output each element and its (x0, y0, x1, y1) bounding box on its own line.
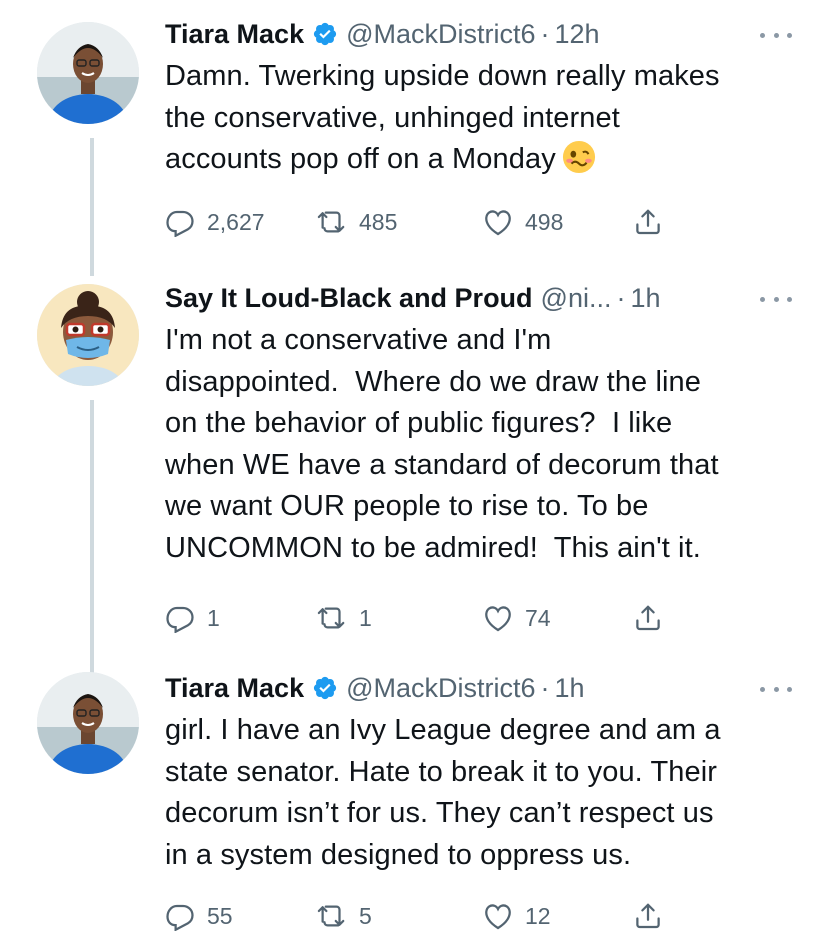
reply-count: 55 (207, 902, 233, 929)
tweet[interactable]: Say It Loud-Black and Proud @ni... · 1h … (0, 262, 828, 676)
retweet-count: 1 (359, 604, 372, 631)
conversation-thread: Tiara Mack @MackDistrict6 · 12h Damn. Tw… (0, 0, 828, 931)
share-icon (636, 605, 660, 631)
verified-badge-icon (313, 22, 337, 46)
woozy-face-emoji-icon (562, 140, 595, 174)
display-name[interactable]: Tiara Mack (165, 19, 304, 50)
avatar-tiara-mack[interactable] (37, 672, 139, 774)
like-button[interactable]: 12 (483, 901, 551, 931)
like-button[interactable]: 74 (483, 603, 551, 633)
timestamp[interactable]: 12h (555, 19, 600, 50)
reply-button[interactable]: 2,627 (165, 207, 265, 237)
handle[interactable]: @MackDistrict6 (346, 673, 535, 704)
verified-badge-icon (313, 676, 337, 700)
separator: · (616, 282, 626, 313)
thread-connector-line (90, 138, 94, 276)
separator: · (540, 18, 550, 49)
reply-icon (166, 904, 194, 931)
like-count: 498 (525, 208, 564, 235)
heart-icon (485, 210, 511, 236)
tweet-text: I'm not a conservative and I'm disappoin… (165, 324, 719, 564)
retweet-button[interactable]: 1 (317, 603, 372, 633)
tweet-actions: 1 1 74 (165, 600, 798, 636)
reply-button[interactable]: 1 (165, 603, 220, 633)
avatar-tiara-mack[interactable] (37, 22, 139, 124)
more-options-icon[interactable] (754, 284, 798, 314)
handle[interactable]: @ni... (541, 283, 612, 314)
tweet-header: Tiara Mack @MackDistrict6 · 1h (165, 668, 798, 708)
separator: · (540, 672, 550, 703)
tweet-header: Tiara Mack @MackDistrict6 · 12h (165, 14, 798, 54)
heart-icon (485, 606, 511, 632)
tweet-actions: 2,627 485 498 (165, 204, 798, 240)
reply-icon (166, 606, 194, 633)
display-name[interactable]: Say It Loud-Black and Proud (165, 283, 533, 314)
tweet-text: Damn. Twerking upside down really makes … (165, 56, 798, 181)
retweet-icon (317, 905, 345, 927)
reply-count: 1 (207, 604, 220, 631)
retweet-button[interactable]: 485 (317, 207, 397, 237)
share-icon (636, 209, 660, 235)
timestamp[interactable]: 1h (630, 283, 660, 314)
retweet-button[interactable]: 5 (317, 901, 372, 931)
more-options-icon[interactable] (754, 674, 798, 704)
share-button[interactable] (633, 603, 663, 633)
tweet-actions: 55 5 12 (165, 898, 798, 934)
tweet[interactable]: Tiara Mack @MackDistrict6 · 1h girl. I h… (0, 654, 828, 931)
reply-icon (166, 210, 194, 237)
retweet-count: 485 (359, 208, 398, 235)
reply-count: 2,627 (207, 208, 265, 235)
timestamp[interactable]: 1h (555, 673, 585, 704)
tweet[interactable]: Tiara Mack @MackDistrict6 · 12h Damn. Tw… (0, 0, 828, 276)
retweet-icon (317, 607, 345, 629)
tweet-text-content: Damn. Twerking upside down really makes … (165, 60, 720, 175)
display-name[interactable]: Tiara Mack (165, 673, 304, 704)
retweet-count: 5 (359, 902, 372, 929)
retweet-icon (317, 211, 345, 233)
heart-icon (485, 904, 511, 930)
handle[interactable]: @MackDistrict6 (346, 19, 535, 50)
share-button[interactable] (633, 901, 663, 931)
share-button[interactable] (633, 207, 663, 237)
more-options-icon[interactable] (754, 20, 798, 50)
reply-button[interactable]: 55 (165, 901, 233, 931)
like-count: 12 (525, 902, 551, 929)
tweet-header: Say It Loud-Black and Proud @ni... · 1h (165, 278, 798, 318)
like-button[interactable]: 498 (483, 207, 563, 237)
like-count: 74 (525, 604, 551, 631)
thread-connector-line (90, 400, 94, 676)
avatar-say-it-loud[interactable] (37, 284, 139, 386)
share-icon (636, 903, 660, 929)
tweet-text: girl. I have an Ivy League degree and am… (165, 714, 721, 871)
